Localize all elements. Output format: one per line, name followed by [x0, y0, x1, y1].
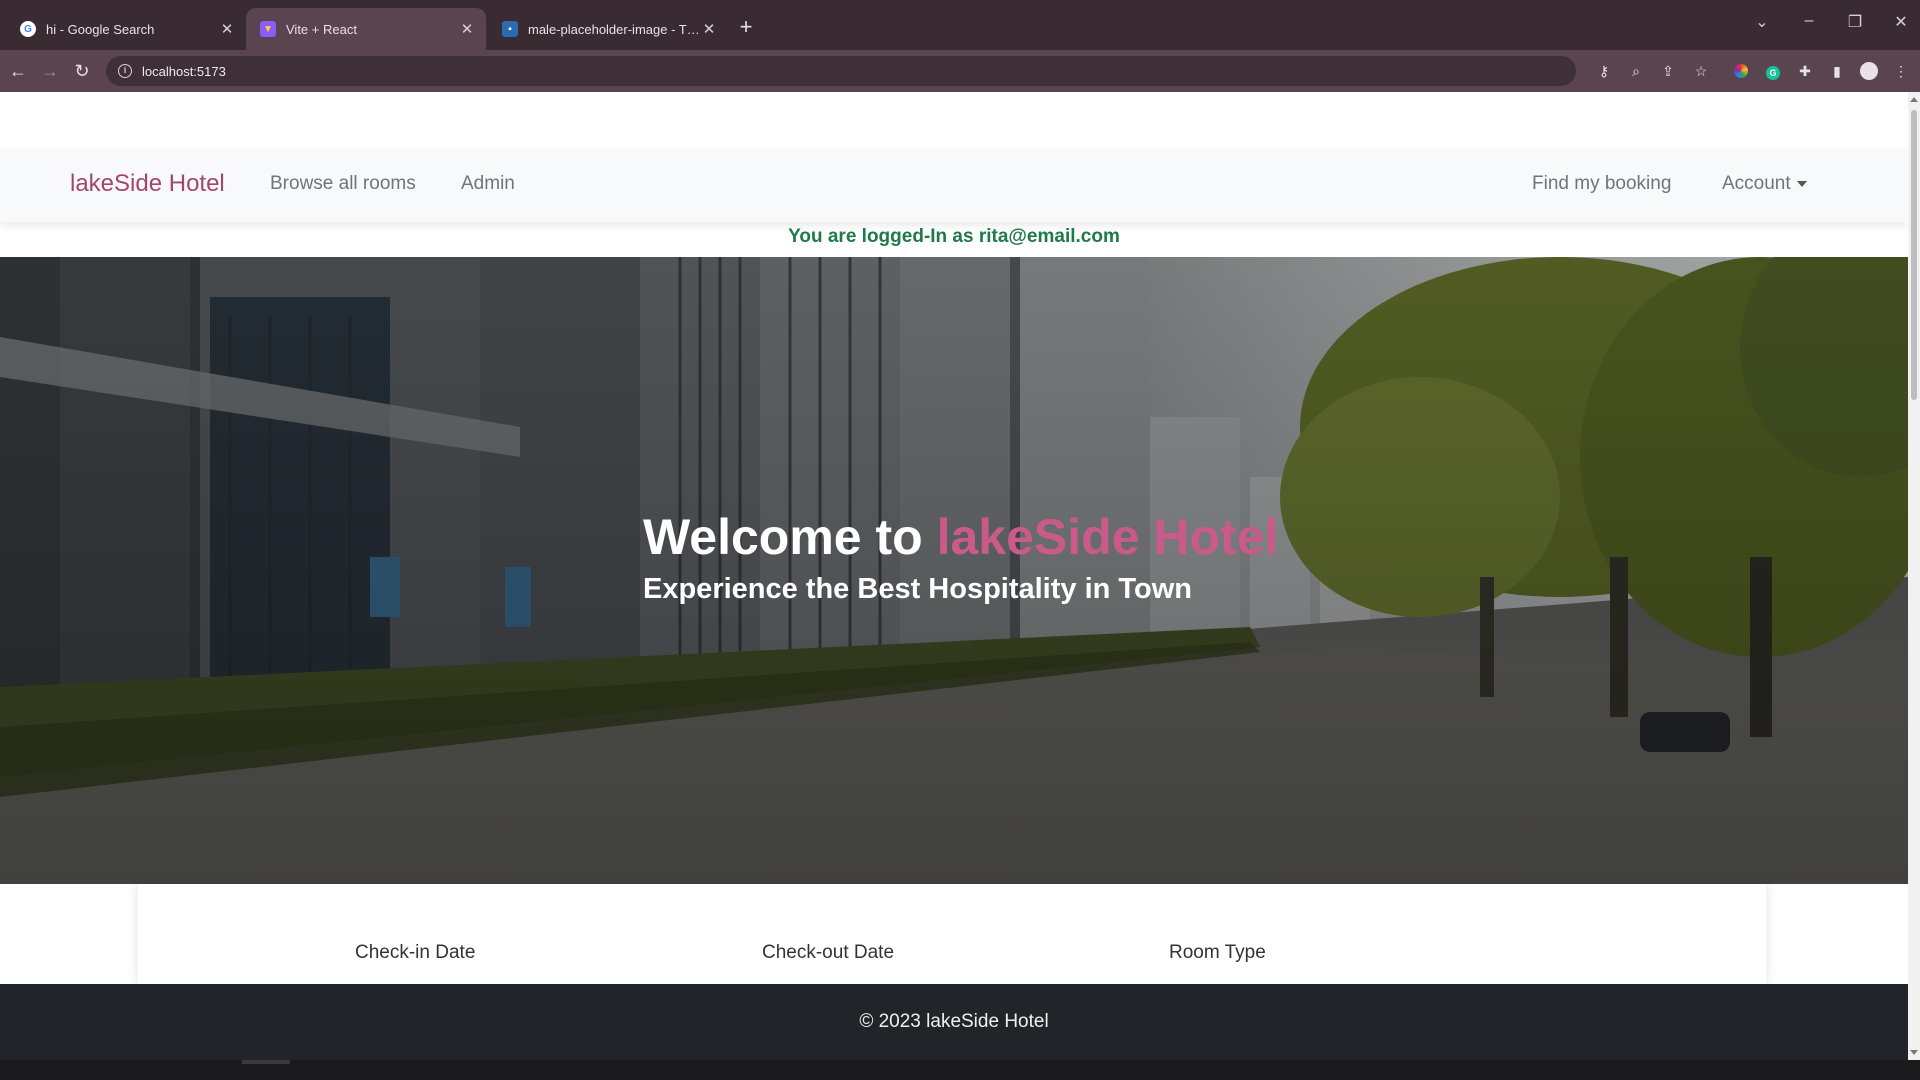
profile-avatar-icon[interactable] — [1859, 61, 1879, 81]
scrollbar-thumb[interactable] — [1911, 110, 1917, 400]
hero-title-prefix: Welcome to — [643, 509, 937, 565]
browser-menu-icon[interactable]: ⋮ — [1891, 61, 1911, 81]
key-icon[interactable]: ⚷ — [1594, 61, 1614, 81]
address-bar[interactable]: i localhost:5173 — [106, 56, 1576, 86]
scroll-up-arrow-icon[interactable] — [1910, 97, 1918, 102]
google-icon: G — [20, 21, 36, 37]
restore-icon[interactable]: ❐ — [1840, 12, 1870, 32]
reload-icon[interactable]: ↻ — [70, 60, 94, 84]
url-text: localhost:5173 — [142, 63, 226, 79]
grammarly-icon[interactable]: G — [1763, 61, 1783, 81]
find-booking-link[interactable]: Find my booking — [1532, 173, 1671, 195]
caret-down-icon — [1796, 180, 1807, 187]
zoom-icon[interactable]: ⌕ — [1626, 61, 1646, 81]
color-extension-icon[interactable] — [1731, 61, 1751, 81]
browser-tab-placeholder[interactable]: ▪ male-placeholder-image - The N ✕ — [488, 8, 728, 50]
room-type-label: Room Type — [1169, 942, 1266, 963]
admin-link[interactable]: Admin — [461, 173, 515, 195]
checkout-date-label: Check-out Date — [762, 942, 895, 963]
hero-text-block: Welcome to lakeSide Hotel Experience the… — [643, 507, 1278, 606]
scroll-down-arrow-icon[interactable] — [1910, 1050, 1918, 1055]
browser-tab-strip: G hi - Google Search ✕ ▼ Vite + React ✕ … — [0, 0, 1920, 50]
site-info-icon[interactable]: i — [118, 64, 132, 78]
tab-search-icon[interactable]: ⌄ — [1747, 12, 1777, 32]
browser-toolbar: ← → ↻ i localhost:5173 ⚷ ⌕ ⇪ ☆ G ✚ ▮ ⋮ — [0, 50, 1920, 92]
vite-icon: ▼ — [260, 21, 276, 37]
footer-copyright: © 2023 lakeSide Hotel — [859, 1011, 1049, 1032]
account-label: Account — [1722, 173, 1791, 194]
back-icon[interactable]: ← — [6, 60, 30, 84]
minimize-icon[interactable]: – — [1794, 12, 1824, 30]
side-panel-icon[interactable]: ▮ — [1827, 61, 1847, 81]
share-icon[interactable]: ⇪ — [1658, 61, 1678, 81]
tab-title: hi - Google Search — [46, 21, 155, 37]
browser-tab-google[interactable]: G hi - Google Search ✕ — [6, 8, 246, 50]
close-icon[interactable]: ✕ — [700, 20, 718, 38]
brand-link[interactable]: lakeSide Hotel — [70, 170, 225, 198]
tab-title: Vite + React — [286, 21, 357, 37]
page-scrollbar[interactable] — [1908, 92, 1920, 1060]
close-window-icon[interactable]: ✕ — [1886, 12, 1916, 32]
checkin-date-label: Check-in Date — [355, 942, 476, 963]
window-bottom-strip — [0, 1060, 1920, 1080]
forward-icon[interactable]: → — [38, 60, 62, 84]
login-status-message: You are logged-In as rita@email.com — [788, 226, 1120, 247]
page-viewport: lakeSide Hotel Browse all rooms Admin Fi… — [0, 92, 1908, 1060]
room-search-card — [138, 884, 1766, 984]
hero-title: Welcome to lakeSide Hotel — [643, 507, 1278, 567]
bookmark-star-icon[interactable]: ☆ — [1691, 61, 1711, 81]
close-icon[interactable]: ✕ — [458, 20, 476, 38]
account-dropdown[interactable]: Account — [1722, 173, 1807, 195]
close-icon[interactable]: ✕ — [218, 20, 236, 38]
site-navbar: lakeSide Hotel Browse all rooms Admin Fi… — [0, 148, 1908, 222]
site-footer: © 2023 lakeSide Hotel — [0, 984, 1908, 1060]
tab-title: male-placeholder-image - The N — [528, 21, 700, 37]
browser-tab-vite[interactable]: ▼ Vite + React ✕ — [246, 8, 486, 50]
browse-rooms-link[interactable]: Browse all rooms — [270, 173, 416, 195]
hero-title-accent: lakeSide Hotel — [936, 509, 1279, 565]
hero-subtitle: Experience the Best Hospitality in Town — [643, 573, 1192, 605]
extensions-puzzle-icon[interactable]: ✚ — [1795, 61, 1815, 81]
new-tab-button[interactable]: + — [735, 16, 757, 39]
page-icon: ▪ — [502, 21, 518, 37]
horizontal-scroll-marker — [242, 1060, 290, 1064]
hero-section: Welcome to lakeSide Hotel Experience the… — [0, 257, 1908, 884]
